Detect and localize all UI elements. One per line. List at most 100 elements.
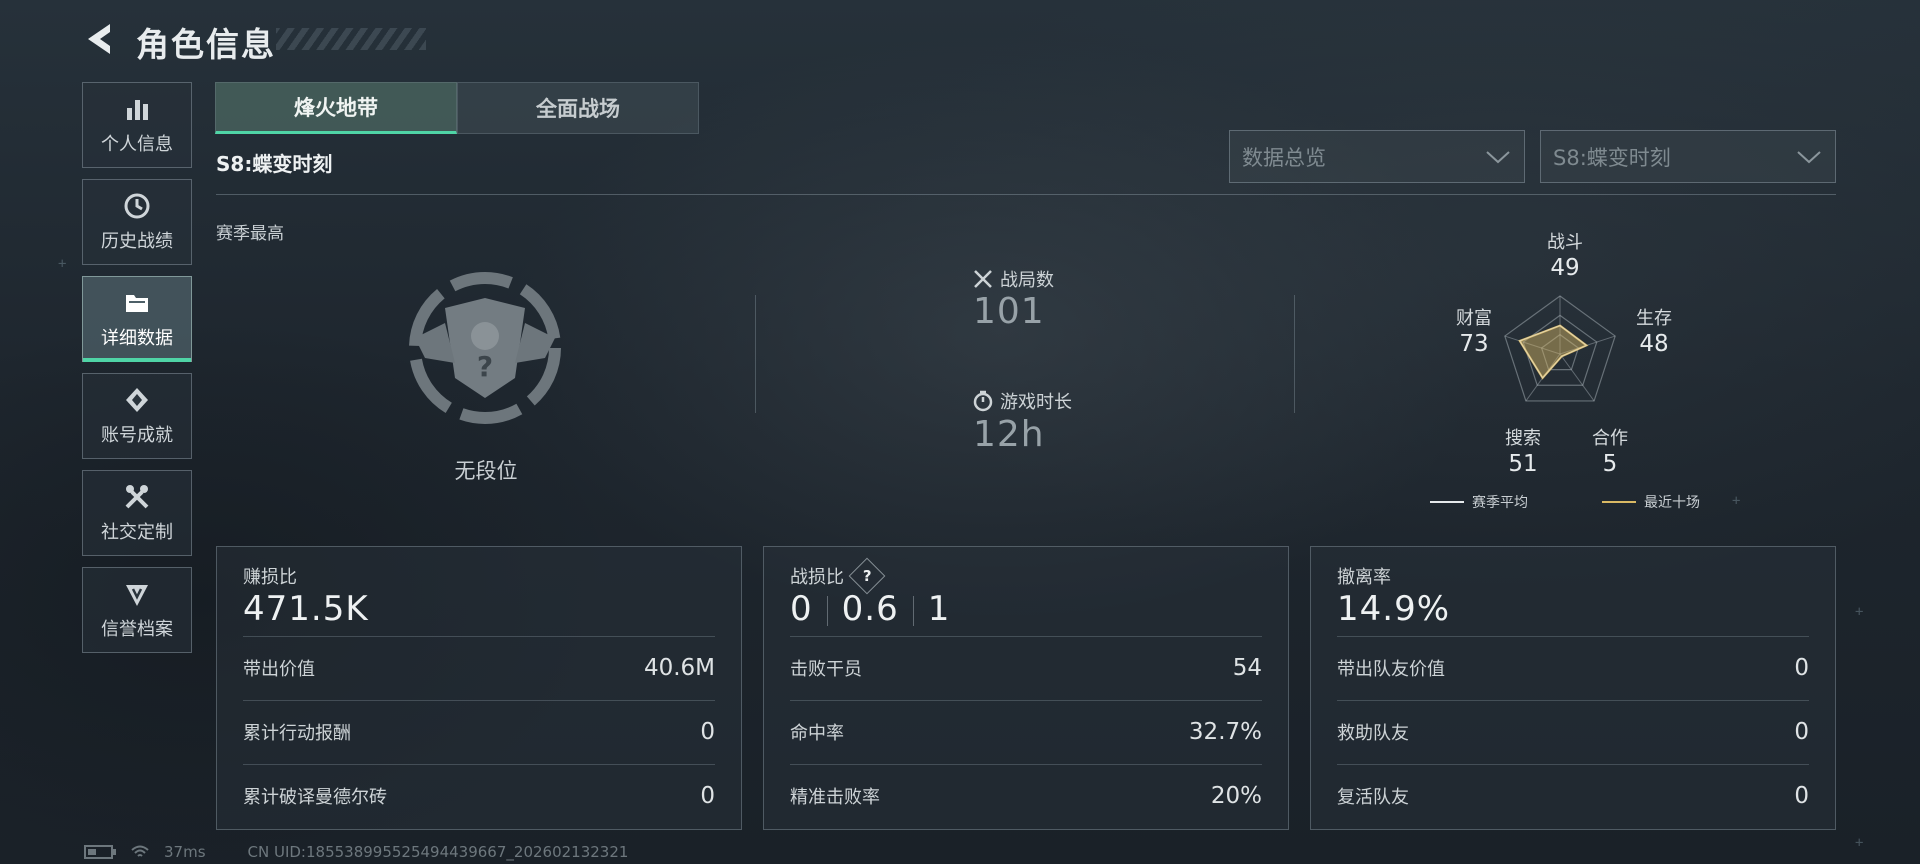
header-divider <box>216 194 1836 195</box>
row-value: 0 <box>700 783 715 809</box>
wifi-icon <box>131 845 149 857</box>
card-row: 精准击败率 20% <box>790 781 1262 811</box>
card-row: 命中率 32.7% <box>790 717 1262 747</box>
sidebar-item-label: 账号成就 <box>101 425 173 446</box>
tab-full-battlefield[interactable]: 全面战场 <box>457 82 699 134</box>
radar-chart <box>1504 295 1616 402</box>
matches-label-text: 战局数 <box>1000 270 1054 291</box>
radar-label-combat: 战斗 <box>1547 232 1583 253</box>
sidebar-item-detailed-data[interactable]: 详细数据 <box>82 276 192 362</box>
chevron-down-icon <box>1486 150 1510 163</box>
title-stripe-decoration <box>276 28 426 50</box>
sidebar-item-label: 信誉档案 <box>101 619 173 640</box>
legend-recent-ten: 最近十场 <box>1602 492 1700 512</box>
card-title: 赚损比 <box>243 567 297 588</box>
card-row: 复活队友 0 <box>1337 781 1809 811</box>
card-title: 撤离率 <box>1337 567 1391 588</box>
row-label: 复活队友 <box>1337 787 1409 808</box>
row-label: 精准击败率 <box>790 787 880 808</box>
vertical-divider <box>755 295 756 413</box>
card-divider <box>1337 636 1809 637</box>
page-title: 角色信息 <box>136 25 276 64</box>
card-divider <box>243 764 715 765</box>
season-best-label: 赛季最高 <box>216 224 284 244</box>
card-big-value: 14.9% <box>1337 589 1451 629</box>
data-type-dropdown[interactable]: 数据总览 <box>1229 130 1525 183</box>
radar-label-search: 搜索 <box>1505 428 1541 449</box>
sidebar: 个人信息 历史战绩 详细数据 账号成就 社交定制 信誉档案 <box>82 82 192 664</box>
kd-part: 0 <box>790 589 813 629</box>
sidebar-item-label: 社交定制 <box>101 522 173 543</box>
ping-text: 37ms <box>164 843 206 861</box>
help-glyph: ? <box>862 566 872 585</box>
radar-axis-line <box>1559 353 1595 402</box>
legend-label: 赛季平均 <box>1472 495 1528 511</box>
dropdown-value: 数据总览 <box>1242 145 1326 170</box>
extraction-rate-card: 撤离率 14.9% 带出队友价值 0 救助队友 0 复活队友 0 <box>1310 546 1836 830</box>
tab-extraction-zone[interactable]: 烽火地带 <box>215 82 457 134</box>
mode-tabs: 烽火地带 全面战场 <box>215 82 699 134</box>
crosshair-decoration: + <box>1855 835 1864 851</box>
sidebar-item-social-custom[interactable]: 社交定制 <box>82 470 192 556</box>
card-title: 战损比 <box>790 567 844 588</box>
radar-label-cooperation: 合作 <box>1592 428 1628 449</box>
radar-label-survival: 生存 <box>1636 308 1672 329</box>
sidebar-item-label: 历史战绩 <box>101 231 173 252</box>
row-label: 命中率 <box>790 723 844 744</box>
kd-ratio-values: 0 0.6 1 <box>790 589 950 629</box>
status-footer: 37ms CN UID:18553899552549443966​7_20260… <box>84 843 628 861</box>
kd-part: 1 <box>927 589 951 629</box>
value-separator <box>912 595 914 626</box>
sidebar-item-label: 个人信息 <box>101 134 173 155</box>
card-big-value: 471.5K <box>243 589 369 629</box>
card-row: 击败干员 54 <box>790 653 1262 683</box>
chevron-down-icon <box>1797 150 1821 163</box>
card-divider <box>790 700 1262 701</box>
sidebar-item-achievements[interactable]: 账号成就 <box>82 373 192 459</box>
card-row: 带出队友价值 0 <box>1337 653 1809 683</box>
crosshair-decoration: + <box>1732 493 1741 509</box>
battery-icon <box>84 845 116 859</box>
card-divider <box>243 700 715 701</box>
back-arrow-icon[interactable] <box>80 20 118 58</box>
value-separator <box>826 595 828 626</box>
card-row: 带出价值 40.6M <box>243 653 715 683</box>
row-value: 32.7% <box>1188 719 1262 745</box>
tools-icon <box>125 485 149 509</box>
playtime-label-text: 游戏时长 <box>1000 392 1072 413</box>
rank-text: 无段位 <box>454 459 518 483</box>
matches-value: 101 <box>973 291 1045 332</box>
row-value: 0 <box>1794 783 1809 809</box>
credit-icon <box>126 585 148 606</box>
playtime-label: 游戏时长 <box>972 388 1072 414</box>
card-divider <box>1337 700 1809 701</box>
row-label: 带出队友价值 <box>1337 659 1445 680</box>
profit-loss-card: 赚损比 471.5K 带出价值 40.6M 累计行动报酬 0 累计破译曼德尔砖 0 <box>216 546 742 830</box>
playtime-value: 12h <box>973 414 1045 455</box>
row-value: 54 <box>1232 655 1262 681</box>
row-label: 累计行动报酬 <box>243 723 351 744</box>
row-label: 救助队友 <box>1337 723 1409 744</box>
card-divider <box>790 764 1262 765</box>
uid-text: CN UID:18553899552549443966​7_2026021323… <box>247 843 629 861</box>
card-row: 救助队友 0 <box>1337 717 1809 747</box>
row-label: 带出价值 <box>243 659 315 680</box>
vertical-divider <box>1294 295 1295 413</box>
sidebar-item-personal-info[interactable]: 个人信息 <box>82 82 192 168</box>
legend-line-gold <box>1602 501 1636 503</box>
row-value: 20% <box>1210 783 1262 809</box>
history-icon <box>124 193 150 219</box>
folder-icon <box>126 295 148 312</box>
crosshair-decoration: + <box>1855 604 1864 620</box>
sidebar-item-credit-profile[interactable]: 信誉档案 <box>82 567 192 653</box>
season-dropdown[interactable]: S8:蝶变时刻 <box>1540 130 1836 183</box>
achievement-icon <box>126 388 148 412</box>
card-divider <box>243 636 715 637</box>
matches-label: 战局数 <box>972 266 1054 292</box>
sidebar-item-history[interactable]: 历史战绩 <box>82 179 192 265</box>
svg-text:?: ? <box>477 350 493 383</box>
radar-value-search: 51 <box>1508 451 1538 477</box>
row-value: 0 <box>1794 719 1809 745</box>
legend-season-average: 赛季平均 <box>1430 492 1528 512</box>
season-title: S8:蝶变时刻 <box>216 152 333 176</box>
